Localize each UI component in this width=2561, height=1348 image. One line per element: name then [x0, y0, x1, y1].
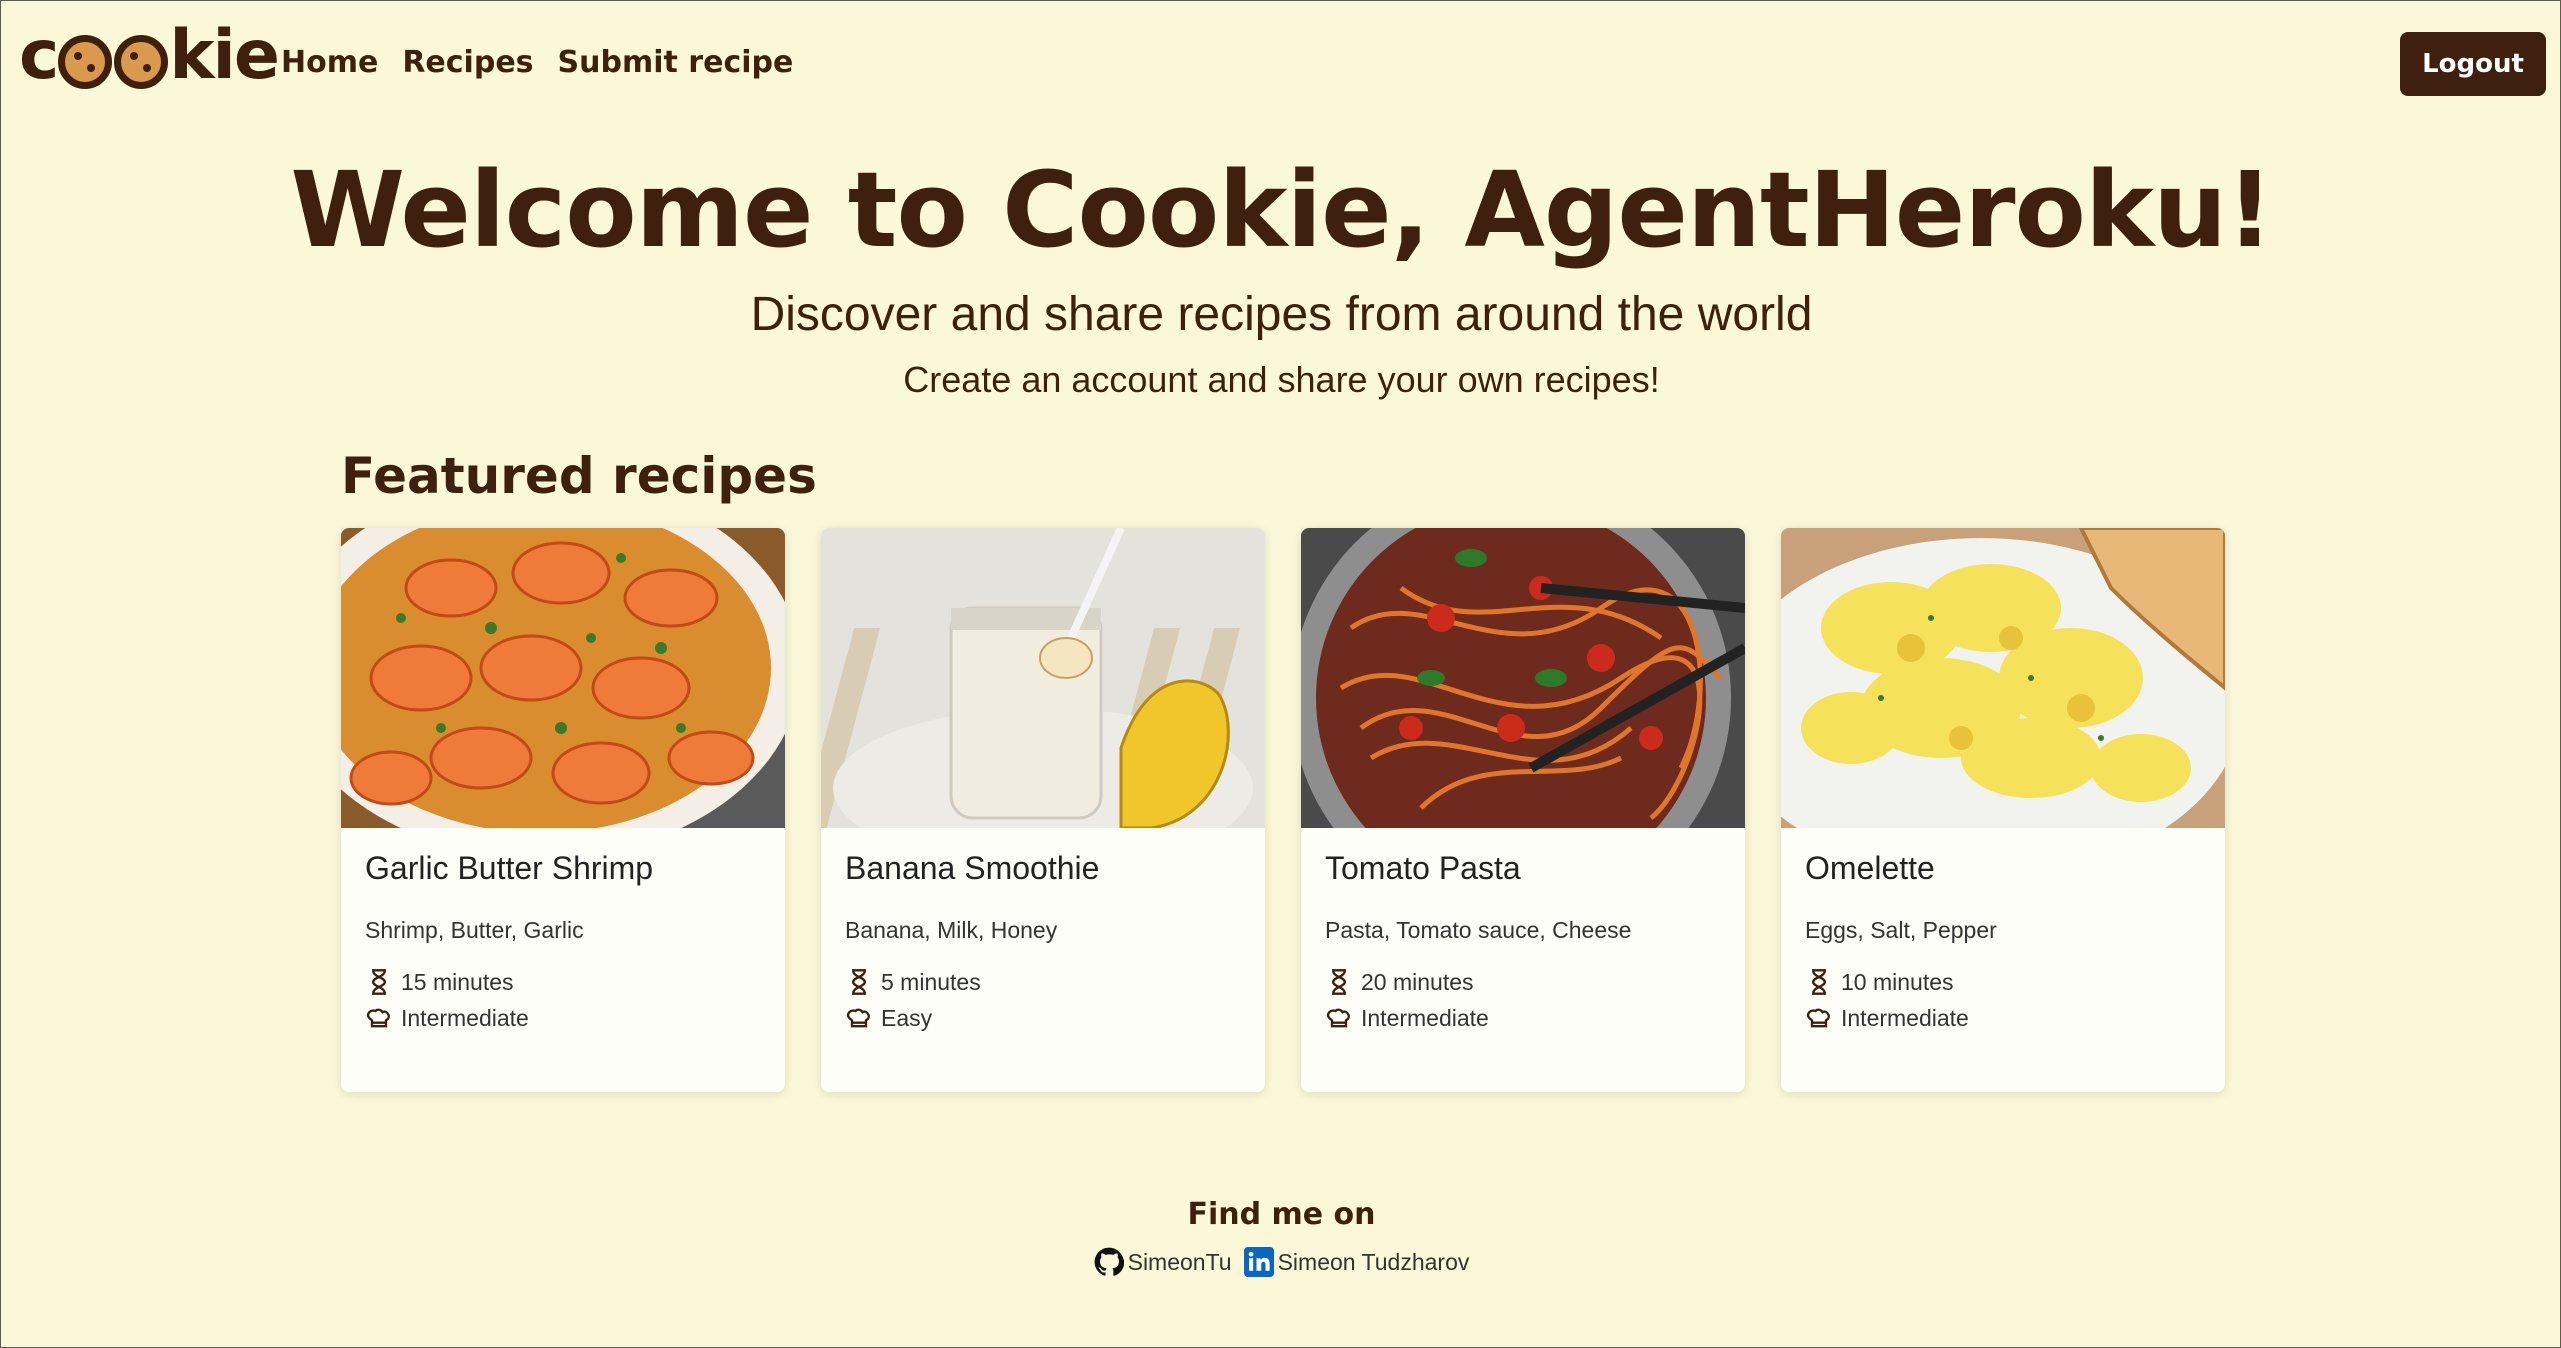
recipe-ingredients: Pasta, Tomato sauce, Cheese [1325, 917, 1632, 943]
recipe-card-body: Tomato Pasta Pasta, Tomato sauce, Cheese… [1301, 828, 1745, 1062]
recipe-card-omelette[interactable]: Omelette Eggs, Salt, Pepper 10 minutes I… [1781, 528, 2225, 1092]
nav-links: Home Recipes Submit recipe [281, 45, 793, 80]
recipe-difficulty: Intermediate [1325, 1004, 1721, 1032]
recipe-title: Garlic Butter Shrimp [365, 850, 654, 886]
footer-title: Find me on [1187, 1197, 1376, 1232]
welcome-title: Welcome to Cookie, AgentHeroku! [290, 149, 2273, 271]
recipe-image-banana-smoothie [821, 528, 1265, 828]
hero-subtitle: Discover and share recipes from around t… [750, 288, 1813, 341]
hourglass-icon [1331, 969, 1347, 995]
recipe-difficulty-value: Intermediate [401, 1004, 529, 1031]
recipe-time-value: 10 minutes [1841, 968, 1954, 995]
hourglass-icon [371, 969, 387, 995]
hourglass-icon [851, 969, 867, 995]
recipe-time-value: 5 minutes [881, 968, 981, 995]
recipe-difficulty: Easy [845, 1004, 1241, 1032]
hero-subtitle-secondary: Create an account and share your own rec… [903, 359, 1660, 400]
cookie-icon [114, 35, 169, 89]
recipe-ingredients: Eggs, Salt, Pepper [1805, 917, 1997, 943]
recipe-title: Banana Smoothie [845, 850, 1100, 886]
recipe-card-banana-smoothie[interactable]: Banana Smoothie Banana, Milk, Honey 5 mi… [821, 528, 1265, 1092]
linkedin-name: Simeon Tudzharov [1277, 1248, 1470, 1275]
recipe-ingredients: Banana, Milk, Honey [845, 917, 1058, 943]
nav-link-recipes[interactable]: Recipes [402, 45, 533, 80]
nav-link-home[interactable]: Home [281, 45, 378, 80]
recipe-card-tomato-pasta[interactable]: Tomato Pasta Pasta, Tomato sauce, Cheese… [1301, 528, 1745, 1092]
cookie-icon [58, 35, 113, 89]
recipe-time: 20 minutes [1325, 968, 1721, 996]
chef-hat-icon [1806, 1008, 1830, 1028]
github-username: SimeonTu [1127, 1248, 1232, 1275]
chef-hat-icon [366, 1008, 390, 1028]
github-icon [1094, 1247, 1124, 1276]
footer-social-links: SimeonTu Simeon Tudzharov [1, 1247, 2561, 1277]
nav-link-submit-recipe[interactable]: Submit recipe [558, 45, 794, 80]
recipe-time-value: 15 minutes [401, 968, 514, 995]
recipe-difficulty: Intermediate [365, 1004, 761, 1032]
linkedin-icon [1243, 1247, 1274, 1277]
recipe-card-garlic-butter-shrimp[interactable]: Garlic Butter Shrimp Shrimp, Butter, Gar… [341, 528, 785, 1092]
recipe-ingredients: Shrimp, Butter, Garlic [365, 917, 584, 943]
recipe-image-omelette [1781, 528, 2225, 828]
recipe-difficulty-value: Intermediate [1841, 1004, 1969, 1031]
hourglass-icon [1811, 969, 1827, 995]
featured-recipes-heading: Featured recipes [341, 447, 817, 505]
logo-text-kie: kie [169, 15, 280, 95]
logout-button[interactable]: Logout [2400, 32, 2546, 96]
recipe-difficulty-value: Intermediate [1361, 1004, 1489, 1031]
github-link[interactable]: SimeonTu [1094, 1247, 1232, 1277]
recipe-cards: Garlic Butter Shrimp Shrimp, Butter, Gar… [341, 528, 2225, 1092]
navbar: c kie Home Recipes Submit recipe Logout [1, 1, 2561, 131]
recipe-image-tomato-pasta [1301, 528, 1745, 828]
recipe-title: Omelette [1805, 850, 1935, 886]
recipe-time: 5 minutes [845, 968, 1241, 996]
recipe-difficulty: Intermediate [1805, 1004, 2201, 1032]
recipe-card-body: Garlic Butter Shrimp Shrimp, Butter, Gar… [341, 828, 785, 1062]
linkedin-link[interactable]: Simeon Tudzharov [1243, 1247, 1470, 1277]
recipe-title: Tomato Pasta [1325, 850, 1521, 886]
recipe-card-body: Omelette Eggs, Salt, Pepper 10 minutes I… [1781, 828, 2225, 1062]
cookie-logo[interactable]: c kie [19, 15, 280, 95]
recipe-time-value: 20 minutes [1361, 968, 1474, 995]
recipe-time: 10 minutes [1805, 968, 2201, 996]
logo-text-c: c [19, 15, 59, 95]
recipe-card-body: Banana Smoothie Banana, Milk, Honey 5 mi… [821, 828, 1265, 1062]
chef-hat-icon [1326, 1008, 1350, 1028]
recipe-difficulty-value: Easy [881, 1004, 933, 1031]
recipe-image-shrimp [341, 528, 785, 828]
recipe-time: 15 minutes [365, 968, 761, 996]
chef-hat-icon [846, 1008, 870, 1028]
